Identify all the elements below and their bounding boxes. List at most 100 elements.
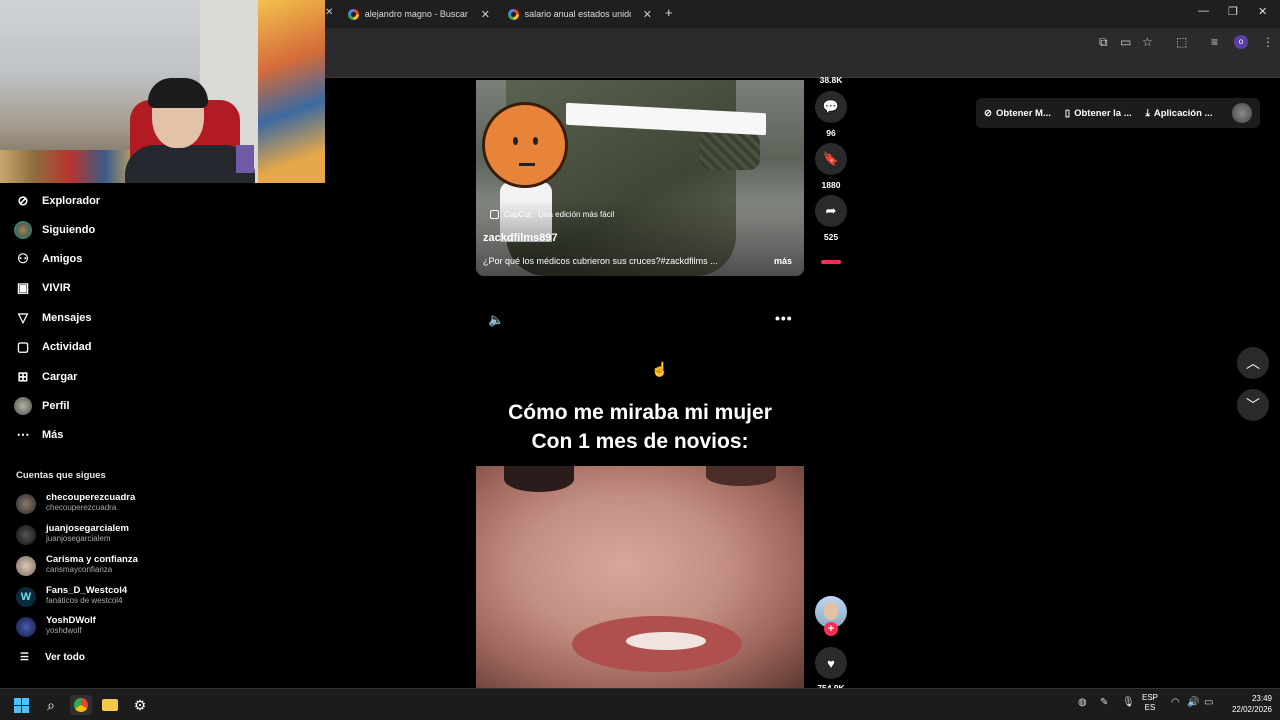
sidebar-item-label: Más [42,429,64,441]
extensions-icon[interactable]: ⬚ [1176,35,1187,49]
clock[interactable]: 23:49 22/02/2026 [1222,693,1272,715]
save-count: 1880 [821,180,841,190]
file-explorer-icon[interactable] [100,695,120,715]
see-all-link[interactable]: ☰ Ver todo [20,652,85,663]
translate-icon[interactable]: ⧉ [1099,35,1108,50]
chevron-down-icon: ﹀ [1246,397,1260,413]
followed-account[interactable]: juanjosegarcialem juanjosegarcialem [16,523,146,547]
following-avatar-icon [14,221,32,239]
account-name: Fans_D_Westcol4 [46,585,128,596]
sidebar-item-label: VIVIR [42,282,71,294]
volume-tray-icon[interactable]: 🔊 [1187,697,1199,708]
account-handle: yoshdwolf [46,626,82,635]
sidebar-item-label: Explorador [42,195,101,207]
avatar [16,525,36,545]
browser-tab-search[interactable]: alejandro magno - Buscar con ✕ [340,4,498,24]
media-control-icon[interactable]: ≡ [1211,35,1218,49]
next-video-button[interactable]: ﹀ [1237,389,1269,421]
video-scene-eye [706,466,776,486]
google-icon [348,8,359,20]
sidebar-item-live[interactable]: ▣ VIVIR [14,277,71,299]
friends-icon: ⚇ [17,251,29,266]
sidebar-item-friends[interactable]: ⚇ Amigos [14,248,82,270]
coin-icon: ⊘ [984,107,992,119]
follow-plus-button[interactable]: + [824,622,838,636]
live-icon: ▣ [16,280,30,295]
profile-avatar[interactable]: o [1234,35,1248,49]
close-window-icon[interactable]: ✕ [1258,5,1267,18]
bookmark-icon: 🔖 [822,151,840,166]
comment-button[interactable]: 💬 [815,91,847,123]
caption-more-link[interactable]: más [774,256,792,266]
sidebar-item-following[interactable]: Siguiendo [14,219,95,241]
sidebar-item-explorer[interactable]: ⊘ Explorador [14,190,101,212]
cast-icon[interactable]: ▭ [1120,35,1131,49]
get-coins-button[interactable]: ⊘ Obtener M... [984,108,1051,119]
followed-account[interactable]: W Fans_D_Westcol4 fanáticos de westcol4 [16,585,146,609]
battery-icon[interactable]: ▭ [1204,697,1213,708]
see-all-label: Ver todo [44,652,85,663]
new-tab-button[interactable]: + [665,5,673,20]
save-button[interactable]: 🔖 [815,143,847,175]
windows-start-icon[interactable] [11,695,31,715]
app-icon[interactable]: ⚙ [130,695,150,715]
sidebar-item-label: Cargar [42,371,78,383]
tab-title: salario anual estados unidos - B [524,9,631,19]
upload-icon: ⊞ [17,369,29,384]
sidebar-item-label: Perfil [42,400,70,412]
following-accounts-title: Cuentas que sigues [16,470,106,481]
video-scene-teeth [626,632,706,650]
account-name: Carisma y confianza [46,554,138,565]
account-handle: juanjosegarcialem [46,534,111,543]
avatar [16,494,36,514]
followed-account[interactable]: YoshDWolf yoshdwolf [16,615,146,639]
chrome-icon[interactable] [70,695,92,715]
close-tab-icon[interactable]: ✕ [325,7,333,18]
user-avatar[interactable] [1232,103,1252,123]
clock-time: 23:49 [1251,694,1272,703]
music-disc-badge[interactable] [821,260,841,264]
share-button[interactable]: ➦ [815,195,847,227]
sidebar-item-upload[interactable]: ⊞ Cargar [14,366,78,388]
get-app-label: Obtener la ... [1074,107,1132,119]
heart-icon: ♥ [827,655,835,671]
desktop-app-button[interactable]: ⤓ Aplicación ... [1146,108,1213,119]
language-code: ESP [1142,693,1159,702]
wifi-icon[interactable]: ◠ [1171,697,1180,708]
video-scene-eye [504,466,574,492]
restore-icon[interactable]: ❐ [1228,5,1238,18]
video-author[interactable]: zackdfilms897 [483,232,558,244]
more-options-icon[interactable]: ••• [775,310,793,326]
capcut-badge[interactable]: CapCut · Una edición más fácil [490,210,614,219]
sidebar-item-more[interactable]: ⋯ Más [14,424,64,446]
volume-icon[interactable]: 🔈 [488,312,504,328]
compass-icon: ⊘ [17,193,29,208]
tray-app-icon[interactable]: ◍ [1078,697,1087,708]
close-tab-icon[interactable]: ✕ [643,8,652,21]
close-tab-icon[interactable]: ✕ [481,8,490,21]
tray-pen-icon[interactable]: ✎ [1100,697,1108,708]
search-icon[interactable]: ⌕ [41,695,61,715]
followed-account[interactable]: checouperezcuadra checouperezcuadra [16,492,146,516]
previous-video-button[interactable]: ︿ [1237,347,1269,379]
sidebar-item-activity[interactable]: ▢ Actividad [14,336,92,358]
webcam-poster [258,0,325,183]
sidebar-item-messages[interactable]: ▽ Mensajes [14,307,92,329]
avatar [16,617,36,637]
microphone-icon[interactable]: 🎙 [1122,697,1135,708]
bookmark-star-icon[interactable]: ☆ [1142,35,1153,49]
sidebar-item-profile[interactable]: Perfil [14,395,70,417]
get-app-button[interactable]: ▯ Obtener la ... [1065,108,1132,119]
browser-tab-salary[interactable]: salario anual estados unidos - B ✕ [500,4,660,24]
language-indicator[interactable]: ESP ES [1142,693,1158,713]
minimize-icon[interactable]: — [1198,5,1209,17]
top-actions-bar: ⊘ Obtener M... ▯ Obtener la ... ⤓ Aplicació… [976,98,1260,128]
menu-dots-icon[interactable]: ⋮ [1262,35,1274,49]
video-player-2[interactable] [476,466,804,688]
followed-account[interactable]: Carisma y confianza carismayconfianza [16,554,146,578]
profile-avatar-icon [14,397,32,415]
video-player-1[interactable]: CapCut · Una edición más fácil zackdfilm… [476,80,804,276]
clock-date: 22/02/2026 [1231,705,1272,714]
cartoon-eye [513,137,518,145]
like-button[interactable]: ♥ [815,647,847,679]
